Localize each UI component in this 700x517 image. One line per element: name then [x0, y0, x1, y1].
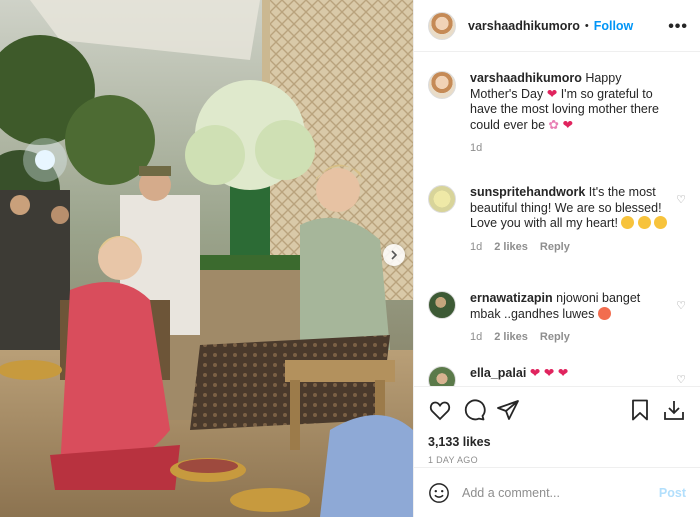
- heart-eyes-emoji-icon: [597, 306, 611, 320]
- comment-username[interactable]: ernawatizapin: [470, 291, 553, 305]
- reply-button[interactable]: Reply: [540, 240, 570, 256]
- comment-item: ernawatizapin njowoni banget mbak ..gand…: [428, 291, 686, 346]
- comment-likes[interactable]: 2 likes: [494, 240, 528, 256]
- smile-emoji-icon: [654, 216, 668, 229]
- post-side-panel: varshaadhikumoro • Follow ••• varshaadhi…: [413, 0, 700, 517]
- instagram-post: varshaadhikumoro • Follow ••• varshaadhi…: [0, 0, 700, 517]
- comment-icon[interactable]: [462, 398, 486, 422]
- more-options-button[interactable]: •••: [668, 18, 688, 36]
- likes-count[interactable]: 3,133 likes: [428, 435, 686, 449]
- smile-emoji-icon: [637, 216, 651, 229]
- emoji-icon[interactable]: [428, 482, 450, 504]
- reply-button[interactable]: Reply: [540, 330, 570, 346]
- comment-item: sunspritehandwork It's the most beautifu…: [428, 185, 686, 255]
- post-timestamp[interactable]: 1 DAY AGO: [428, 455, 686, 465]
- comment-like-heart-icon[interactable]: ♡: [676, 373, 686, 386]
- photo-illustration: [0, 0, 413, 517]
- header-username[interactable]: varshaadhikumoro: [468, 19, 580, 33]
- post-photo[interactable]: [0, 0, 413, 517]
- avatar[interactable]: [428, 71, 456, 99]
- comment-body: sunspritehandwork It's the most beautifu…: [470, 185, 670, 255]
- heart-emoji-icon: ❤: [562, 117, 573, 132]
- smile-emoji-icon: [621, 216, 635, 229]
- caption-body: varshaadhikumoro Happy Mother's Day ❤ I'…: [470, 71, 670, 157]
- comment-body: ernawatizapin njowoni banget mbak ..gand…: [470, 291, 670, 346]
- comment-time[interactable]: 1d: [470, 240, 482, 256]
- action-icons: [428, 397, 686, 423]
- caption-time[interactable]: 1d: [470, 141, 482, 157]
- share-icon[interactable]: [496, 398, 520, 422]
- heart-emoji-icon: ❤: [557, 366, 569, 380]
- bookmark-icon[interactable]: [628, 398, 652, 422]
- download-icon[interactable]: [662, 398, 686, 422]
- comment-like-heart-icon[interactable]: ♡: [676, 193, 686, 206]
- follow-button[interactable]: Follow: [594, 19, 634, 33]
- avatar[interactable]: [428, 185, 456, 213]
- caption-meta: 1d: [470, 141, 670, 157]
- comments-list[interactable]: varshaadhikumoro Happy Mother's Day ❤ I'…: [414, 53, 700, 386]
- heart-emoji-icon: ❤: [543, 366, 555, 380]
- comment-like-heart-icon[interactable]: ♡: [676, 299, 686, 312]
- heart-emoji-icon: ❤: [529, 366, 541, 380]
- caption-username[interactable]: varshaadhikumoro: [470, 71, 582, 85]
- cherry-blossom-emoji-icon: ✿: [548, 117, 560, 132]
- comment-item: ella_palai ❤ ❤ ❤: [428, 366, 686, 386]
- comment-body: ella_palai ❤ ❤ ❤: [470, 366, 670, 386]
- add-comment-bar: Post: [414, 467, 700, 517]
- heart-icon[interactable]: [428, 398, 452, 422]
- comment-username[interactable]: sunspritehandwork: [470, 185, 585, 199]
- comment-likes[interactable]: 2 likes: [494, 330, 528, 346]
- comment-meta: 1d 2 likes Reply: [470, 240, 670, 256]
- heart-emoji-icon: ❤: [546, 86, 558, 101]
- post-header: varshaadhikumoro • Follow •••: [414, 0, 700, 52]
- action-icons-right: [618, 398, 686, 422]
- avatar[interactable]: [428, 291, 456, 319]
- avatar[interactable]: [428, 11, 456, 40]
- post-actions: 3,133 likes 1 DAY AGO: [414, 386, 700, 465]
- chevron-right-icon: [391, 250, 398, 260]
- comment-username[interactable]: ella_palai: [470, 366, 526, 380]
- comment-meta: 1d 2 likes Reply: [470, 330, 670, 346]
- avatar[interactable]: [428, 366, 456, 386]
- separator-dot: •: [584, 19, 589, 32]
- caption: varshaadhikumoro Happy Mother's Day ❤ I'…: [428, 71, 686, 157]
- post-comment-button[interactable]: Post: [659, 486, 686, 500]
- comment-time[interactable]: 1d: [470, 330, 482, 346]
- add-comment-input[interactable]: [462, 485, 659, 500]
- next-photo-button[interactable]: [383, 244, 405, 266]
